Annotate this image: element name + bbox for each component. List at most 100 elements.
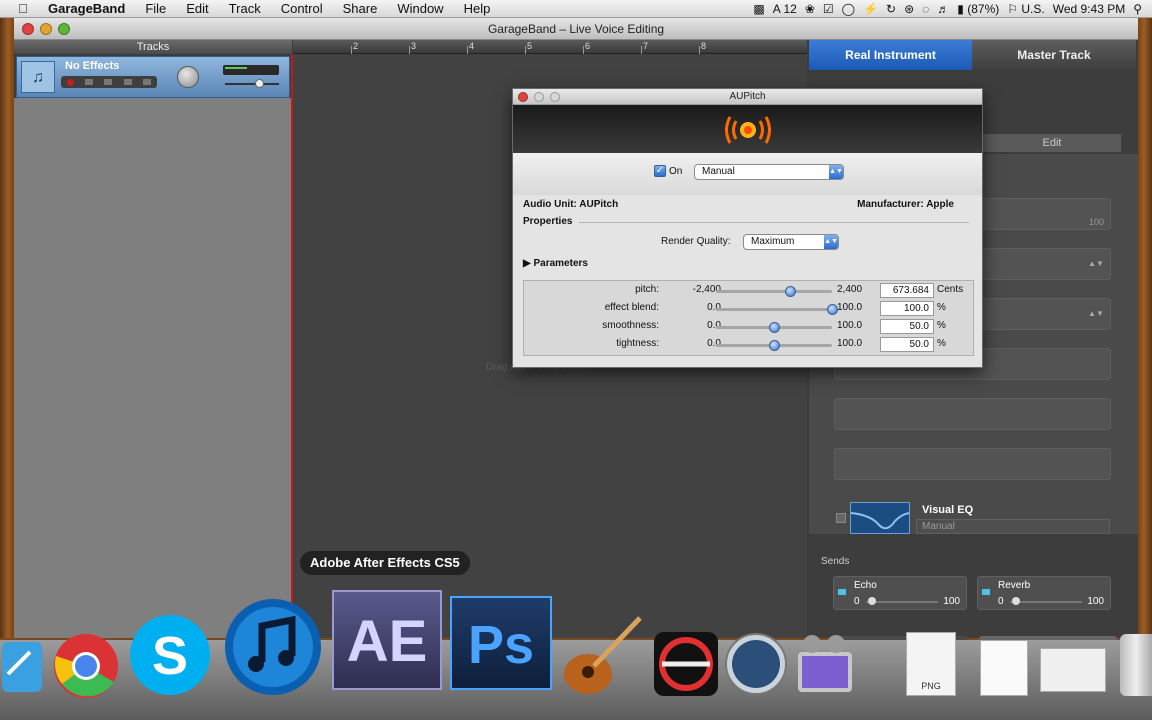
param-value-field[interactable]: 50.0 <box>880 337 934 352</box>
param-slider-track[interactable] <box>716 290 832 293</box>
visual-eq-preset-select[interactable]: Manual <box>916 519 1110 534</box>
dock-app-imovie[interactable] <box>794 632 856 696</box>
dock-app-photoshop[interactable]: Ps <box>450 596 552 690</box>
imovie-icon <box>798 635 852 692</box>
menu-file[interactable]: File <box>135 0 176 18</box>
zoom-window-button[interactable] <box>58 23 70 35</box>
window-title: GarageBand – Live Voice Editing <box>487 22 665 36</box>
lightning-icon[interactable]: ⚡ <box>863 2 878 16</box>
dock-trash[interactable] <box>1120 634 1152 696</box>
close-dialog-button[interactable] <box>518 92 528 102</box>
volume-slider-track[interactable] <box>225 83 279 85</box>
minimize-window-button[interactable] <box>40 23 52 35</box>
dock-app-safari[interactable] <box>724 632 788 696</box>
send-slider-thumb[interactable] <box>868 597 876 605</box>
record-enable-icon[interactable] <box>66 78 74 86</box>
effect-slot[interactable] <box>834 448 1111 480</box>
send-enable-icon[interactable] <box>982 589 990 595</box>
mute-icon[interactable] <box>85 79 94 85</box>
dock-app-chrome[interactable] <box>52 632 120 700</box>
dialog-titlebar[interactable]: AUPitch <box>513 89 982 105</box>
param-slider-track[interactable] <box>716 308 832 311</box>
render-quality-select[interactable]: Maximum ▲▼ <box>743 234 839 250</box>
param-name: smoothness: <box>602 320 659 331</box>
paw-icon[interactable]: ❀ <box>805 2 815 16</box>
track-info-icon[interactable] <box>143 79 152 85</box>
param-slider-thumb[interactable] <box>769 322 780 333</box>
volume-icon[interactable]: ♬ <box>937 2 949 16</box>
apple-menu-icon[interactable]:  <box>14 1 32 16</box>
check-icon[interactable]: ☑ <box>823 2 834 16</box>
on-checkbox[interactable]: ✓ <box>654 165 666 177</box>
dock-app-itunes[interactable] <box>222 596 324 698</box>
audio-unit-label: Audio Unit: AUPitch <box>523 199 619 210</box>
param-value-field[interactable]: 100.0 <box>880 301 934 316</box>
send-enable-icon[interactable] <box>838 589 846 595</box>
param-row: effect blend: 0.0 100.0 100.0 % <box>524 300 975 318</box>
dock-app-after-effects[interactable]: AE <box>332 590 442 690</box>
popup-arrows-icon: ▲▼ <box>829 165 843 179</box>
dock-app-skype[interactable]: S <box>126 612 214 698</box>
bluetooth-icon[interactable]: ⊛ <box>904 2 914 16</box>
dock-app-traktor[interactable] <box>652 630 720 698</box>
dock-file-screenshot[interactable] <box>1040 648 1106 692</box>
menu-control[interactable]: Control <box>271 0 333 18</box>
track-row[interactable]: ♫ No Effects <box>16 56 290 98</box>
dock-app-partial[interactable] <box>0 634 44 694</box>
send-slider-track[interactable] <box>1010 601 1082 603</box>
zoom-dialog-button[interactable] <box>550 92 560 102</box>
send-slider-track[interactable] <box>866 601 938 603</box>
document-icon <box>980 640 1028 696</box>
wifi-icon[interactable]: ◌ <box>922 2 929 16</box>
preset-select[interactable]: Manual ▲▼ <box>694 164 844 180</box>
effect-slot[interactable] <box>834 398 1111 430</box>
menu-help[interactable]: Help <box>454 0 501 18</box>
eq-curve-icon[interactable] <box>850 502 910 534</box>
menu-app-name[interactable]: GarageBand <box>32 0 135 18</box>
volume-slider-thumb[interactable] <box>255 79 264 88</box>
param-slider-thumb[interactable] <box>785 286 797 297</box>
wood-frame-right <box>1136 18 1152 638</box>
preset-value: Manual <box>702 166 735 177</box>
param-slider-thumb[interactable] <box>769 340 780 351</box>
param-unit: Cents <box>937 284 964 295</box>
timeline-ruler[interactable]: 2 3 4 5 6 7 8 <box>293 40 807 54</box>
desktop:  GarageBand File Edit Track Control Sha… <box>0 0 1152 720</box>
lock-icon[interactable] <box>123 79 132 85</box>
playhead[interactable] <box>291 54 293 638</box>
tracks-header: Tracks <box>14 40 292 54</box>
status-count[interactable]: A 12 <box>773 2 797 16</box>
visual-eq-checkbox[interactable] <box>836 513 846 523</box>
param-max: 100.0 <box>837 302 863 313</box>
menu-window[interactable]: Window <box>387 0 453 18</box>
battery-indicator[interactable]: ▮ (87%) <box>957 2 999 16</box>
param-value-field[interactable]: 673.684 <box>880 283 934 298</box>
dock-file-png[interactable]: PNG <box>906 632 956 696</box>
sync-icon[interactable]: ◯ <box>842 2 855 16</box>
param-name: tightness: <box>616 338 659 349</box>
minimize-dialog-button[interactable] <box>534 92 544 102</box>
track-name[interactable]: No Effects <box>65 60 119 72</box>
tab-master-track[interactable]: Master Track <box>972 40 1136 70</box>
close-window-button[interactable] <box>22 23 34 35</box>
input-menu[interactable]: ⚐ U.S. <box>1007 2 1044 16</box>
menu-edit[interactable]: Edit <box>176 0 218 18</box>
window-titlebar[interactable]: GarageBand – Live Voice Editing <box>14 18 1138 40</box>
screen-recording-icon[interactable]: ▩ <box>753 2 764 16</box>
menu-bar:  GarageBand File Edit Track Control Sha… <box>0 0 1152 18</box>
send-slider-thumb[interactable] <box>1012 597 1020 605</box>
clock[interactable]: Wed 9:43 PM <box>1053 2 1125 16</box>
parameters-disclosure[interactable]: ▶ Parameters <box>523 258 588 269</box>
dock-file-document[interactable] <box>980 640 1028 696</box>
spotlight-icon[interactable]: ⚲ <box>1133 2 1142 16</box>
screenshot-icon <box>1040 648 1106 692</box>
tab-real-instrument[interactable]: Real Instrument <box>809 40 972 70</box>
time-machine-icon[interactable]: ↻ <box>886 2 896 16</box>
tab-edit[interactable]: Edit <box>983 134 1121 152</box>
pan-knob[interactable] <box>177 66 199 88</box>
menu-share[interactable]: Share <box>333 0 388 18</box>
dock-app-garageband[interactable] <box>558 612 648 698</box>
param-value-field[interactable]: 50.0 <box>880 319 934 334</box>
menu-track[interactable]: Track <box>219 0 271 18</box>
solo-icon[interactable] <box>104 79 113 85</box>
